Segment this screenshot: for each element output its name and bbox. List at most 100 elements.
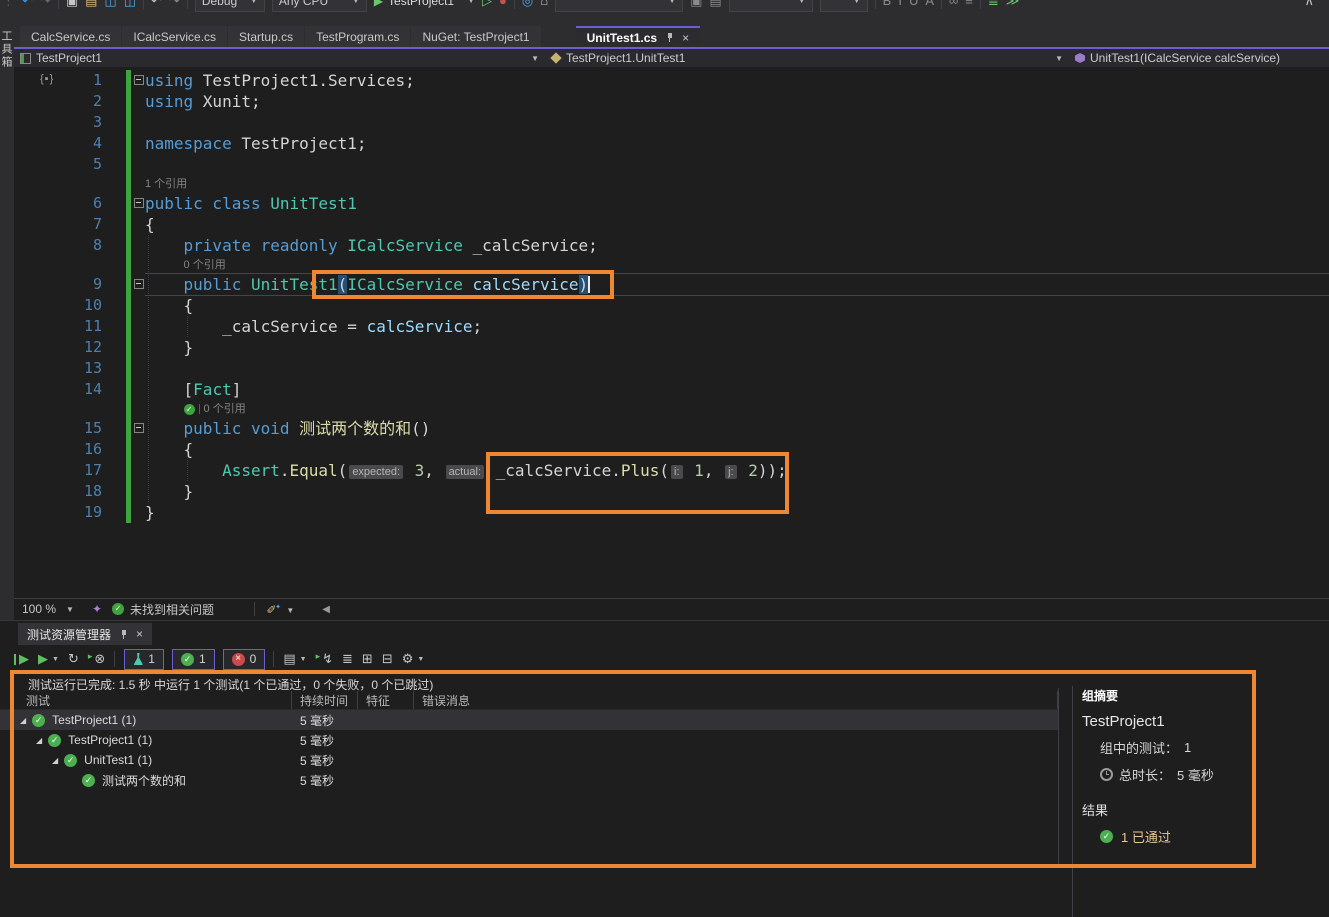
test-tree-row[interactable]: ◢✓UnitTest1 (1)5 毫秒 bbox=[0, 750, 1058, 770]
codelens-indicator[interactable]: 1 个引用 bbox=[145, 175, 1329, 193]
column-header-4[interactable]: 错误消息 bbox=[414, 691, 1058, 709]
expander-icon[interactable]: ◢ bbox=[20, 716, 26, 725]
save-icon[interactable]: ◫ bbox=[104, 0, 116, 14]
solution-platforms-select[interactable]: Any CPU▼ bbox=[272, 0, 367, 12]
document-tab-testprogram-cs[interactable]: TestProgram.cs bbox=[305, 26, 410, 47]
start-debugging-button[interactable]: ▶TestProject1▼ bbox=[374, 0, 475, 8]
code-line-15[interactable]: public void 测试两个数的和() bbox=[145, 418, 1329, 439]
code-line-12[interactable]: } bbox=[145, 337, 1329, 358]
find-in-files-icon[interactable]: ◎ bbox=[522, 0, 533, 14]
underline-icon[interactable]: U bbox=[909, 0, 918, 14]
scroll-left-arrow[interactable]: ◀ bbox=[322, 604, 330, 615]
panel-divider[interactable] bbox=[1072, 686, 1073, 917]
code-line-13[interactable] bbox=[145, 358, 1329, 379]
code-line-4[interactable]: namespace TestProject1; bbox=[145, 133, 1329, 154]
expander-icon[interactable]: ◢ bbox=[52, 756, 58, 765]
document-tab-calcservice-cs[interactable]: CalcService.cs bbox=[20, 26, 121, 47]
nav-back-icon[interactable]: ↶ bbox=[22, 0, 33, 14]
run-profile-button[interactable]: ▸↯ bbox=[316, 651, 333, 667]
copy-icon[interactable]: ▣ bbox=[690, 0, 702, 14]
toolbar-combobox-3[interactable]: ▼ bbox=[820, 0, 868, 12]
column-header-1[interactable]: 测试 bbox=[0, 691, 292, 709]
intellisense-icon[interactable]: ✦ bbox=[92, 602, 102, 616]
passed-tests-filter[interactable]: ✓1 bbox=[172, 649, 215, 670]
test-explorer-tab[interactable]: 测试资源管理器 × bbox=[18, 623, 152, 645]
repeat-last-run-button[interactable]: ↻ bbox=[68, 651, 79, 667]
codelens-indicator[interactable]: 0 个引用 bbox=[145, 256, 1329, 274]
fold-collapse-icon[interactable] bbox=[134, 279, 144, 289]
collapse-all-button[interactable]: ⊟ bbox=[382, 651, 393, 667]
code-line-19[interactable]: } bbox=[145, 502, 1329, 523]
close-icon[interactable]: × bbox=[136, 627, 143, 641]
paste-icon[interactable]: ▤ bbox=[709, 0, 721, 14]
code-line-1[interactable]: using TestProject1.Services; bbox=[145, 70, 1329, 91]
code-cleanup-button[interactable]: ✎✦ ▼ bbox=[267, 602, 294, 616]
fold-collapse-icon[interactable] bbox=[134, 198, 144, 208]
redo-icon[interactable]: ↷ bbox=[169, 0, 180, 14]
document-tab-nuget-testproject1[interactable]: NuGet: TestProject1 bbox=[411, 26, 540, 47]
code-area[interactable]: using TestProject1.Services;using Xunit;… bbox=[145, 67, 1329, 523]
code-line-8[interactable]: private readonly ICalcService _calcServi… bbox=[145, 235, 1329, 256]
code-line-18[interactable]: } bbox=[145, 481, 1329, 502]
fold-collapse-icon[interactable] bbox=[134, 423, 144, 433]
test-tree-row[interactable]: ✓测试两个数的和5 毫秒 bbox=[0, 770, 1058, 790]
start-without-debugging-icon[interactable]: ▷ bbox=[482, 0, 492, 14]
column-header-3[interactable]: 特征 bbox=[358, 691, 414, 709]
code-line-9[interactable]: public UnitTest1(ICalcService calcServic… bbox=[145, 274, 1329, 295]
save-all-icon[interactable]: ◫ bbox=[124, 0, 136, 14]
code-line-10[interactable]: { bbox=[145, 295, 1329, 316]
column-header-2[interactable]: 持续时间 bbox=[292, 691, 358, 709]
test-tree-row[interactable]: ◢✓TestProject1 (1)5 毫秒 bbox=[0, 710, 1058, 730]
fold-collapse-icon[interactable] bbox=[134, 75, 144, 85]
toolbox-vertical-tab[interactable]: 工具箱 bbox=[0, 30, 14, 69]
code-line-11[interactable]: _calcService = calcService; bbox=[145, 316, 1329, 337]
chevron-down-icon[interactable]: ▼ bbox=[531, 54, 539, 63]
code-line-6[interactable]: public class UnitTest1 bbox=[145, 193, 1329, 214]
bullet-list-icon[interactable]: ≣ bbox=[988, 0, 999, 14]
new-project-icon[interactable]: ▣ bbox=[66, 0, 78, 14]
solution-configurations-select[interactable]: Debug▼ bbox=[195, 0, 265, 12]
cancel-test-run-button[interactable]: ▸⊗ bbox=[88, 651, 105, 667]
open-folder-icon[interactable]: ▤ bbox=[85, 0, 97, 14]
breadcrumb-member[interactable]: UnitTest1(ICalcService calcService) bbox=[1069, 49, 1329, 67]
document-tab-startup-cs[interactable]: Startup.cs bbox=[228, 26, 304, 47]
undo-icon[interactable]: ↶ bbox=[151, 0, 162, 14]
document-tab-unittest1-cs[interactable]: UnitTest1.cs× bbox=[576, 26, 700, 47]
chevron-down-icon[interactable]: ▼ bbox=[1055, 54, 1063, 63]
home-icon[interactable]: ⌂ bbox=[540, 0, 548, 14]
run-all-tests-button[interactable]: ▶ bbox=[14, 651, 29, 667]
code-line-16[interactable]: { bbox=[145, 439, 1329, 460]
code-line-14[interactable]: [Fact] bbox=[145, 379, 1329, 400]
test-tree-row[interactable]: ◢✓TestProject1 (1)5 毫秒 bbox=[0, 730, 1058, 750]
toolbar-drag-handle-icon[interactable]: ⋮ bbox=[2, 0, 15, 14]
text-color-icon[interactable]: A bbox=[925, 0, 934, 14]
close-icon[interactable]: × bbox=[682, 31, 689, 45]
pin-icon[interactable] bbox=[119, 629, 128, 640]
numbered-list-icon[interactable]: ≫ bbox=[1006, 0, 1020, 14]
zoom-selector[interactable]: 100 % ▼ bbox=[14, 602, 82, 616]
code-line-5[interactable] bbox=[145, 154, 1329, 175]
link-icon[interactable]: ∞ bbox=[949, 0, 958, 14]
bold-icon[interactable]: B bbox=[883, 0, 892, 14]
group-by-button[interactable]: ≣ bbox=[342, 651, 353, 667]
settings-button[interactable]: ⚙▼ bbox=[402, 651, 425, 667]
nav-forward-icon[interactable]: ↷ bbox=[40, 0, 51, 14]
code-editor[interactable]: {▪} 12345678910111213141516171819 using … bbox=[14, 67, 1329, 598]
document-tab-icalcservice-cs[interactable]: ICalcService.cs bbox=[122, 26, 227, 47]
breadcrumb-project[interactable]: TestProject1 ▼ bbox=[14, 49, 545, 67]
total-tests-filter[interactable]: 1 bbox=[124, 649, 164, 670]
pin-icon[interactable] bbox=[665, 32, 674, 43]
window-keep-open-icon[interactable]: ∧ bbox=[1304, 0, 1314, 14]
code-line-7[interactable]: { bbox=[145, 214, 1329, 235]
code-line-2[interactable]: using Xunit; bbox=[145, 91, 1329, 112]
code-line-3[interactable] bbox=[145, 112, 1329, 133]
horizontal-rule-icon[interactable]: ≡ bbox=[965, 0, 973, 14]
code-line-17[interactable]: Assert.Equal(expected: 3, actual: _calcS… bbox=[145, 460, 1329, 481]
expander-icon[interactable]: ◢ bbox=[36, 736, 42, 745]
toolbar-combobox-1[interactable]: ▼ bbox=[555, 0, 683, 12]
run-tests-button[interactable]: ▶▼ bbox=[38, 651, 59, 667]
breadcrumb-type[interactable]: TestProject1.UnitTest1 ▼ bbox=[545, 49, 1069, 67]
toolbar-combobox-2[interactable]: ▼ bbox=[729, 0, 813, 12]
hot-reload-icon[interactable]: ● bbox=[499, 0, 507, 14]
playlist-button[interactable]: ▤▼ bbox=[283, 651, 306, 667]
